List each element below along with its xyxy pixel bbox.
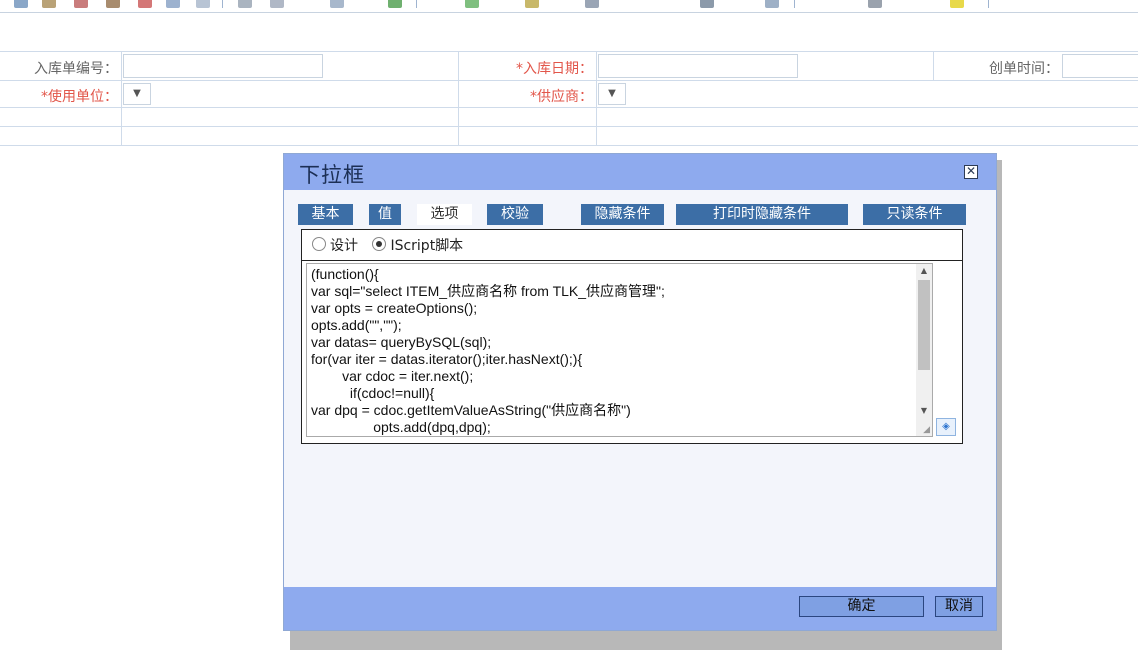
image-icon[interactable] (465, 0, 479, 8)
tab-basic[interactable]: 基本 (298, 204, 353, 225)
close-icon[interactable]: ✕ (964, 165, 978, 179)
field-icon[interactable] (138, 0, 152, 8)
insert-icon[interactable] (106, 0, 120, 8)
toolbar (0, 0, 1138, 13)
script-editor[interactable]: (function(){ var sql="select ITEM_供应商名称 … (306, 263, 933, 437)
confirm-button[interactable]: 确定 (799, 596, 924, 617)
chart-icon[interactable] (330, 0, 344, 8)
supplier-label: *供应商： (530, 89, 593, 105)
cut-icon[interactable] (74, 0, 88, 8)
scroll-up-icon[interactable]: ▲ (916, 264, 932, 278)
using-unit-label: *使用单位： (41, 89, 118, 105)
print-icon[interactable] (42, 0, 56, 8)
dropdown-dialog: 下拉框 ✕ 基本 值 选项 校验 隐藏条件 打印时隐藏条件 只读条件 设计 IS… (283, 153, 997, 631)
tab-print-hide-condition[interactable]: 打印时隐藏条件 (676, 204, 848, 225)
column-icon[interactable] (270, 0, 284, 8)
option-source-radio-group: 设计 IScript脚本 (312, 235, 473, 255)
radio-iscript-label: IScript脚本 (390, 238, 464, 254)
script-code[interactable]: (function(){ var sql="select ITEM_供应商名称 … (311, 266, 665, 436)
dialog-title: 下拉框 (299, 163, 365, 187)
receipt-number-label: 入库单编号： (34, 61, 118, 77)
radio-iscript-circle[interactable] (372, 237, 387, 251)
using-unit-select[interactable]: ▼ (123, 83, 151, 105)
cancel-button[interactable]: 取消 (935, 596, 983, 617)
tab-validation[interactable]: 校验 (487, 204, 543, 225)
radio-design-label: 设计 (330, 238, 358, 254)
radio-design-circle[interactable] (312, 237, 326, 251)
receipt-date-label: *入库日期： (516, 61, 593, 77)
tab-readonly-condition[interactable]: 只读条件 (863, 204, 966, 225)
receipt-number-input[interactable] (123, 54, 323, 78)
radio-design[interactable]: 设计 (312, 237, 358, 254)
expand-editor-icon[interactable]: ◈ (936, 418, 956, 436)
tab-hide-condition[interactable]: 隐藏条件 (581, 204, 664, 225)
radio-iscript[interactable]: IScript脚本 (372, 237, 464, 254)
row-icon[interactable] (238, 0, 252, 8)
scroll-down-icon[interactable]: ▼ (916, 404, 932, 418)
dialog-footer: 确定 取消 (284, 587, 996, 630)
receipt-date-input[interactable] (598, 54, 798, 78)
panel-divider (302, 260, 962, 261)
created-time-label: 创单时间： (989, 61, 1059, 77)
tab-options[interactable]: 选项 (417, 204, 472, 225)
user-icon[interactable] (700, 0, 714, 8)
created-time-input[interactable] (1062, 54, 1138, 78)
save-icon[interactable] (14, 0, 28, 8)
tab-value[interactable]: 值 (369, 204, 401, 225)
scroll-thumb[interactable] (918, 280, 930, 370)
highlight-icon[interactable] (950, 0, 964, 8)
editor-scrollbar[interactable]: ▲ ▼ (916, 264, 932, 436)
dialog-titlebar[interactable]: 下拉框 ✕ (284, 154, 996, 190)
link-icon[interactable] (765, 0, 779, 8)
calendar-icon[interactable] (585, 0, 599, 8)
settings-icon[interactable] (868, 0, 882, 8)
resize-grip-icon[interactable]: ◢ (923, 425, 930, 435)
options-panel: 设计 IScript脚本 (function(){ var sql="selec… (301, 229, 963, 444)
tree-icon[interactable] (525, 0, 539, 8)
grid-icon[interactable] (388, 0, 402, 8)
run-icon[interactable] (166, 0, 180, 8)
supplier-select[interactable]: ▼ (598, 83, 626, 105)
table-icon[interactable] (196, 0, 210, 8)
